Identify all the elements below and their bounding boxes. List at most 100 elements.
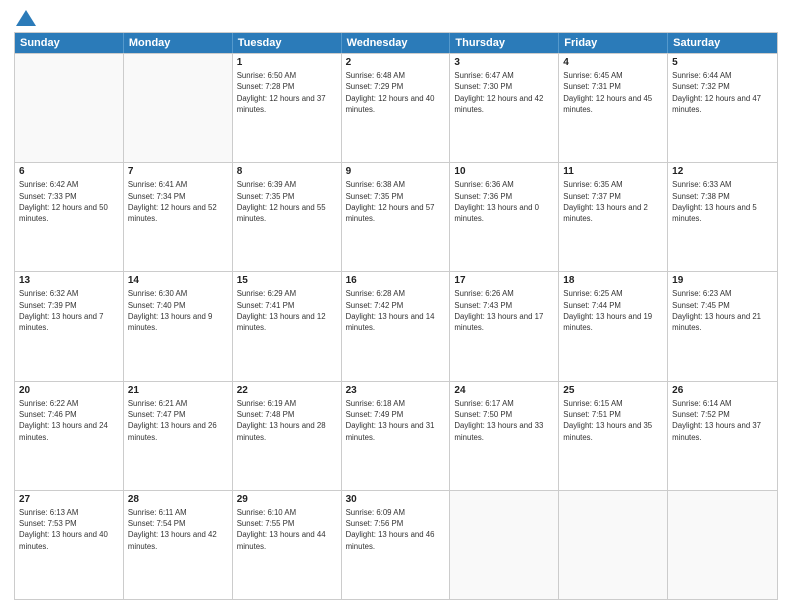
- sun-info: Sunrise: 6:21 AM Sunset: 7:47 PM Dayligh…: [128, 398, 228, 443]
- day-number: 30: [346, 494, 446, 505]
- calendar-cell: 24 Sunrise: 6:17 AM Sunset: 7:50 PM Dayli…: [450, 382, 559, 490]
- calendar-cell: 11 Sunrise: 6:35 AM Sunset: 7:37 PM Dayli…: [559, 163, 668, 271]
- day-number: 16: [346, 275, 446, 286]
- sun-info: Sunrise: 6:39 AM Sunset: 7:35 PM Dayligh…: [237, 179, 337, 224]
- day-number: 20: [19, 385, 119, 396]
- sun-info: Sunrise: 6:10 AM Sunset: 7:55 PM Dayligh…: [237, 507, 337, 552]
- day-number: 19: [672, 275, 773, 286]
- calendar-cell: 19 Sunrise: 6:23 AM Sunset: 7:45 PM Dayli…: [668, 272, 777, 380]
- day-number: 14: [128, 275, 228, 286]
- sun-info: Sunrise: 6:42 AM Sunset: 7:33 PM Dayligh…: [19, 179, 119, 224]
- calendar-cell: 30 Sunrise: 6:09 AM Sunset: 7:56 PM Dayli…: [342, 491, 451, 599]
- sun-info: Sunrise: 6:35 AM Sunset: 7:37 PM Dayligh…: [563, 179, 663, 224]
- day-number: 2: [346, 57, 446, 68]
- day-number: 29: [237, 494, 337, 505]
- day-number: 5: [672, 57, 773, 68]
- calendar-cell: 28 Sunrise: 6:11 AM Sunset: 7:54 PM Dayli…: [124, 491, 233, 599]
- day-number: 9: [346, 166, 446, 177]
- sun-info: Sunrise: 6:25 AM Sunset: 7:44 PM Dayligh…: [563, 288, 663, 333]
- header-day-wednesday: Wednesday: [342, 33, 451, 53]
- calendar-cell: 16 Sunrise: 6:28 AM Sunset: 7:42 PM Dayli…: [342, 272, 451, 380]
- sun-info: Sunrise: 6:22 AM Sunset: 7:46 PM Dayligh…: [19, 398, 119, 443]
- calendar-row-2: 13 Sunrise: 6:32 AM Sunset: 7:39 PM Dayli…: [15, 271, 777, 380]
- sun-info: Sunrise: 6:41 AM Sunset: 7:34 PM Dayligh…: [128, 179, 228, 224]
- day-number: 18: [563, 275, 663, 286]
- header-day-tuesday: Tuesday: [233, 33, 342, 53]
- header-day-thursday: Thursday: [450, 33, 559, 53]
- day-number: 15: [237, 275, 337, 286]
- sun-info: Sunrise: 6:11 AM Sunset: 7:54 PM Dayligh…: [128, 507, 228, 552]
- calendar-cell: 8 Sunrise: 6:39 AM Sunset: 7:35 PM Daylig…: [233, 163, 342, 271]
- day-number: 24: [454, 385, 554, 396]
- sun-info: Sunrise: 6:13 AM Sunset: 7:53 PM Dayligh…: [19, 507, 119, 552]
- day-number: 13: [19, 275, 119, 286]
- calendar-cell: 1 Sunrise: 6:50 AM Sunset: 7:28 PM Daylig…: [233, 54, 342, 162]
- day-number: 26: [672, 385, 773, 396]
- calendar-cell: 6 Sunrise: 6:42 AM Sunset: 7:33 PM Daylig…: [15, 163, 124, 271]
- sun-info: Sunrise: 6:30 AM Sunset: 7:40 PM Dayligh…: [128, 288, 228, 333]
- sun-info: Sunrise: 6:26 AM Sunset: 7:43 PM Dayligh…: [454, 288, 554, 333]
- day-number: 4: [563, 57, 663, 68]
- sun-info: Sunrise: 6:28 AM Sunset: 7:42 PM Dayligh…: [346, 288, 446, 333]
- sun-info: Sunrise: 6:23 AM Sunset: 7:45 PM Dayligh…: [672, 288, 773, 333]
- logo-icon: [16, 10, 36, 26]
- day-number: 22: [237, 385, 337, 396]
- calendar-cell: 22 Sunrise: 6:19 AM Sunset: 7:48 PM Dayli…: [233, 382, 342, 490]
- calendar-row-3: 20 Sunrise: 6:22 AM Sunset: 7:46 PM Dayli…: [15, 381, 777, 490]
- calendar-header: SundayMondayTuesdayWednesdayThursdayFrid…: [15, 33, 777, 53]
- calendar-cell: 7Sunrise: 6:41 AM Sunset: 7:34 PM Daylig…: [124, 163, 233, 271]
- header: [14, 12, 778, 24]
- day-number: 10: [454, 166, 554, 177]
- sun-info: Sunrise: 6:19 AM Sunset: 7:48 PM Dayligh…: [237, 398, 337, 443]
- calendar-cell: 12 Sunrise: 6:33 AM Sunset: 7:38 PM Dayli…: [668, 163, 777, 271]
- sun-info: Sunrise: 6:09 AM Sunset: 7:56 PM Dayligh…: [346, 507, 446, 552]
- sun-info: Sunrise: 6:50 AM Sunset: 7:28 PM Dayligh…: [237, 70, 337, 115]
- calendar-cell: 18 Sunrise: 6:25 AM Sunset: 7:44 PM Dayli…: [559, 272, 668, 380]
- calendar-cell: 14 Sunrise: 6:30 AM Sunset: 7:40 PM Dayli…: [124, 272, 233, 380]
- sun-info: Sunrise: 6:18 AM Sunset: 7:49 PM Dayligh…: [346, 398, 446, 443]
- calendar-cell: 3 Sunrise: 6:47 AM Sunset: 7:30 PM Daylig…: [450, 54, 559, 162]
- calendar-cell: [15, 54, 124, 162]
- calendar-row-0: 1 Sunrise: 6:50 AM Sunset: 7:28 PM Daylig…: [15, 53, 777, 162]
- page: SundayMondayTuesdayWednesdayThursdayFrid…: [0, 0, 792, 612]
- sun-info: Sunrise: 6:48 AM Sunset: 7:29 PM Dayligh…: [346, 70, 446, 115]
- sun-info: Sunrise: 6:14 AM Sunset: 7:52 PM Dayligh…: [672, 398, 773, 443]
- day-number: 21: [128, 385, 228, 396]
- calendar-row-4: 27 Sunrise: 6:13 AM Sunset: 7:53 PM Dayli…: [15, 490, 777, 599]
- calendar-cell: [559, 491, 668, 599]
- sun-info: Sunrise: 6:17 AM Sunset: 7:50 PM Dayligh…: [454, 398, 554, 443]
- header-day-saturday: Saturday: [668, 33, 777, 53]
- calendar-cell: 20 Sunrise: 6:22 AM Sunset: 7:46 PM Dayli…: [15, 382, 124, 490]
- day-number: 17: [454, 275, 554, 286]
- header-day-sunday: Sunday: [15, 33, 124, 53]
- day-number: 12: [672, 166, 773, 177]
- calendar-cell: 26 Sunrise: 6:14 AM Sunset: 7:52 PM Dayli…: [668, 382, 777, 490]
- calendar-cell: 10 Sunrise: 6:36 AM Sunset: 7:36 PM Dayli…: [450, 163, 559, 271]
- day-number: 23: [346, 385, 446, 396]
- header-day-monday: Monday: [124, 33, 233, 53]
- calendar-row-1: 6 Sunrise: 6:42 AM Sunset: 7:33 PM Daylig…: [15, 162, 777, 271]
- day-number: 28: [128, 494, 228, 505]
- calendar-cell: 13 Sunrise: 6:32 AM Sunset: 7:39 PM Dayli…: [15, 272, 124, 380]
- day-number: 11: [563, 166, 663, 177]
- sun-info: Sunrise: 6:15 AM Sunset: 7:51 PM Dayligh…: [563, 398, 663, 443]
- day-number: 8: [237, 166, 337, 177]
- calendar-cell: 21 Sunrise: 6:21 AM Sunset: 7:47 PM Dayli…: [124, 382, 233, 490]
- day-number: 1: [237, 57, 337, 68]
- day-number: 6: [19, 166, 119, 177]
- header-day-friday: Friday: [559, 33, 668, 53]
- sun-info: Sunrise: 6:47 AM Sunset: 7:30 PM Dayligh…: [454, 70, 554, 115]
- sun-info: Sunrise: 6:33 AM Sunset: 7:38 PM Dayligh…: [672, 179, 773, 224]
- calendar-cell: 9Sunrise: 6:38 AM Sunset: 7:35 PM Daylig…: [342, 163, 451, 271]
- sun-info: Sunrise: 6:32 AM Sunset: 7:39 PM Dayligh…: [19, 288, 119, 333]
- calendar-cell: 29 Sunrise: 6:10 AM Sunset: 7:55 PM Dayli…: [233, 491, 342, 599]
- sun-info: Sunrise: 6:44 AM Sunset: 7:32 PM Dayligh…: [672, 70, 773, 115]
- day-number: 3: [454, 57, 554, 68]
- calendar-cell: 25 Sunrise: 6:15 AM Sunset: 7:51 PM Dayli…: [559, 382, 668, 490]
- sun-info: Sunrise: 6:36 AM Sunset: 7:36 PM Dayligh…: [454, 179, 554, 224]
- calendar-cell: [668, 491, 777, 599]
- calendar-cell: 2 Sunrise: 6:48 AM Sunset: 7:29 PM Daylig…: [342, 54, 451, 162]
- day-number: 25: [563, 385, 663, 396]
- calendar-cell: 15Sunrise: 6:29 AM Sunset: 7:41 PM Dayli…: [233, 272, 342, 380]
- day-number: 27: [19, 494, 119, 505]
